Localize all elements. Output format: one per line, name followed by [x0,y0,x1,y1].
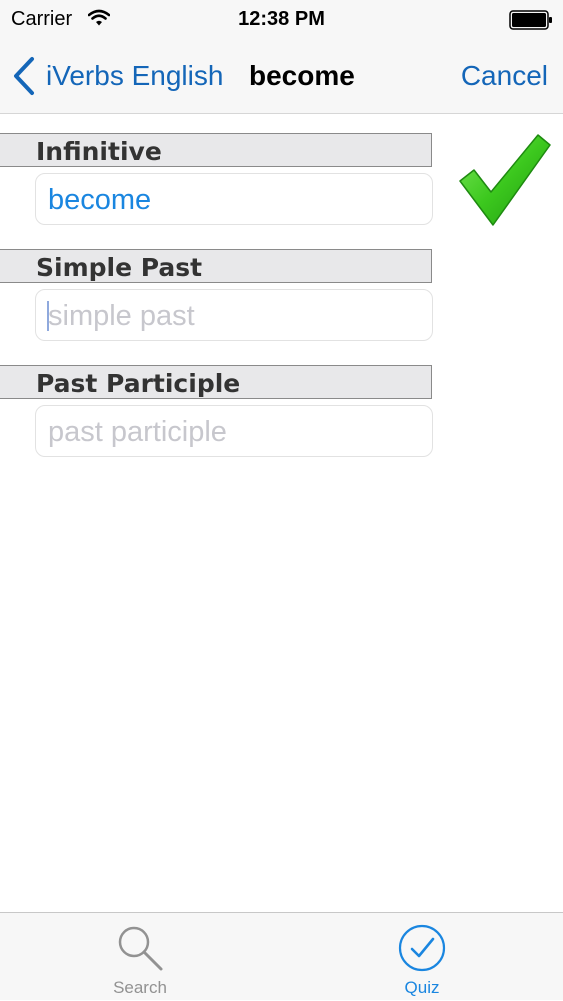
checkmark-circle-icon [397,923,447,978]
past-participle-placeholder: past participle [48,416,227,448]
past-participle-header: Past Participle [0,365,432,399]
clock: 12:38 PM [238,8,325,30]
back-label: iVerbs English [46,60,224,91]
infinitive-value: become [48,184,152,216]
past-participle-label: Past Participle [36,369,241,398]
simple-past-label: Simple Past [36,253,203,282]
simple-past-header: Simple Past [0,249,432,283]
tab-search-label: Search [113,978,167,997]
infinitive-header: Infinitive [0,133,432,167]
tab-bar: Search Quiz [0,912,563,1000]
tab-quiz[interactable]: Quiz [362,913,482,1001]
search-icon [115,923,165,978]
past-participle-field[interactable]: past participle [35,405,433,457]
infinitive-label: Infinitive [36,137,162,166]
infinitive-field[interactable]: become [35,173,433,225]
tab-search[interactable]: Search [80,913,200,1001]
back-button[interactable]: iVerbs English [12,56,223,96]
simple-past-field[interactable]: simple past [35,289,433,341]
status-bar: Carrier 12:38 PM [0,0,563,38]
tab-quiz-label: Quiz [404,978,440,997]
checkmark-icon [458,133,552,232]
simple-past-placeholder: simple past [48,300,195,332]
chevron-left-icon [14,57,34,95]
page-title: become [249,60,355,91]
battery-icon [509,10,553,35]
cancel-button[interactable]: Cancel [461,60,548,92]
navigation-bar: iVerbs English become Cancel [0,38,563,114]
